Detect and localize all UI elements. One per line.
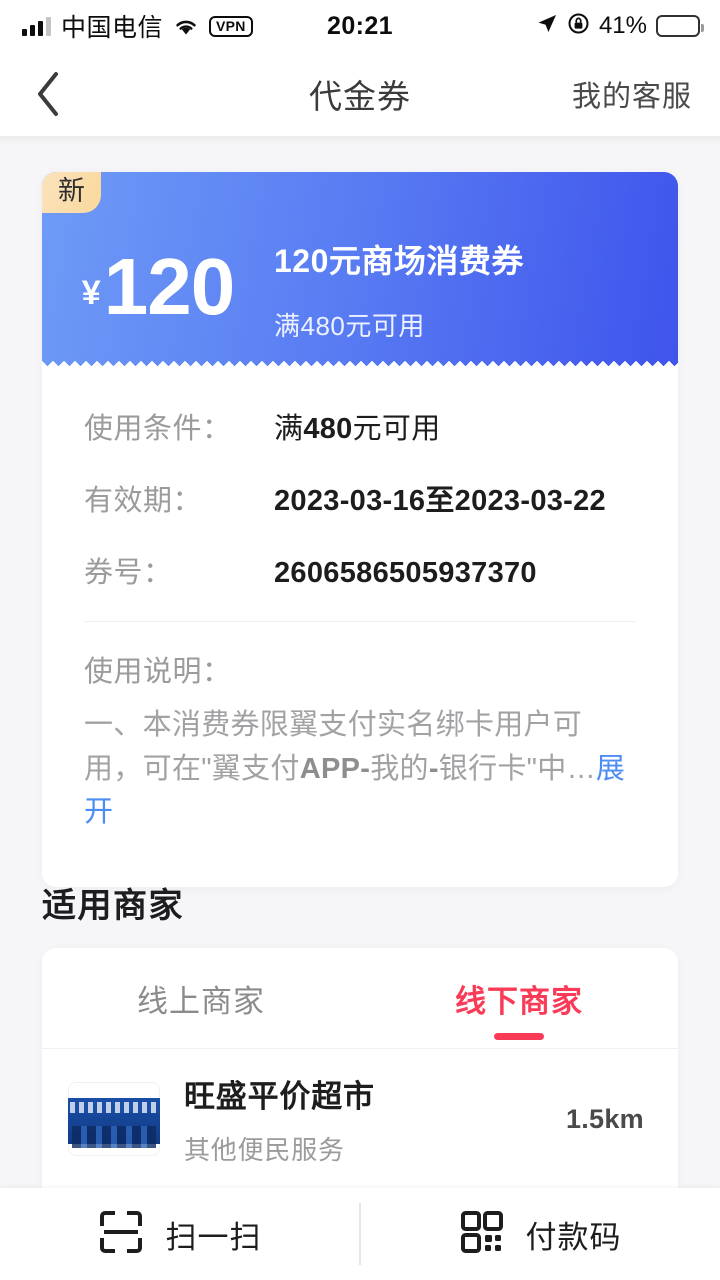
battery-icon bbox=[656, 15, 704, 37]
amount-value: 120 bbox=[103, 242, 235, 331]
merchants-section-title: 适用商家 bbox=[42, 887, 184, 925]
coupon-text-block: 120元商场消费券 满480元可用 bbox=[274, 236, 678, 343]
status-bar-clock: 20:21 bbox=[327, 11, 393, 40]
merchant-info: 旺盛平价超市 其他便民服务 bbox=[160, 1071, 566, 1167]
merchant-thumbnail bbox=[68, 1082, 160, 1156]
currency-symbol: ¥ bbox=[81, 274, 101, 312]
merchants-card: 线上商家 线下商家 旺盛平价超市 其他便民服务 1.5km bbox=[42, 948, 678, 1200]
merchant-tabs: 线上商家 线下商家 bbox=[42, 948, 678, 1048]
payment-code-label: 付款码 bbox=[525, 1219, 622, 1255]
detail-label: 有效期： bbox=[84, 485, 203, 517]
tab-indicator bbox=[494, 1033, 544, 1040]
detail-row-validity: 有效期： 2023-03-16至2023-03-22 bbox=[84, 477, 636, 519]
coupon-subtitle: 满480元可用 bbox=[274, 310, 425, 341]
coupon-banner: 新 ¥ 120 120元商场消费券 满480元可用 bbox=[42, 172, 678, 369]
merchant-name: 旺盛平价超市 bbox=[184, 1079, 375, 1114]
tab-indicator bbox=[176, 1033, 226, 1040]
detail-label: 券号： bbox=[84, 557, 173, 589]
header-divider bbox=[0, 136, 720, 146]
payment-code-button[interactable]: 付款码 bbox=[361, 1210, 720, 1259]
usage-instructions: 使用说明： 一、本消费券限翼支付实名绑卡用户可用，可在"翼支付APP-我的-银行… bbox=[84, 622, 636, 835]
app-screen: 中国电信 VPN 20:21 41% 代金券 我的客服 新 ¥ 120 120元… bbox=[0, 0, 720, 1280]
qrcode-icon bbox=[460, 1210, 504, 1259]
coupon-card: 新 ¥ 120 120元商场消费券 满480元可用 使用条件： 满480元可用 … bbox=[42, 172, 678, 887]
merchant-category: 其他便民服务 bbox=[184, 1135, 345, 1165]
detail-value: 2023-03-16至2023-03-22 bbox=[274, 485, 606, 517]
coupon-title: 120元商场消费券 bbox=[274, 242, 524, 279]
coupon-banner-content: ¥ 120 120元商场消费券 满480元可用 bbox=[42, 214, 678, 364]
status-bar: 中国电信 VPN 20:21 41% bbox=[0, 0, 720, 52]
tab-offline-merchants[interactable]: 线下商家 bbox=[360, 948, 678, 1048]
usage-text: 一、本消费券限翼支付实名绑卡用户可用，可在"翼支付APP-我的-银行卡"中…展开 bbox=[84, 709, 626, 828]
page-title: 代金券 bbox=[309, 78, 411, 115]
scan-button[interactable]: 扫一扫 bbox=[0, 1209, 359, 1260]
merchant-list-item[interactable]: 旺盛平价超市 其他便民服务 1.5km bbox=[42, 1049, 678, 1167]
tab-online-merchants[interactable]: 线上商家 bbox=[42, 948, 360, 1048]
detail-value: 2606586505937370 bbox=[274, 557, 537, 589]
nav-bar: 代金券 我的客服 bbox=[0, 52, 720, 136]
detail-row-coupon-number: 券号： 2606586505937370 bbox=[84, 549, 636, 591]
detail-label: 使用条件： bbox=[84, 413, 232, 445]
usage-title: 使用说明： bbox=[84, 656, 232, 688]
tab-label: 线下商家 bbox=[455, 983, 583, 1019]
detail-row-condition: 使用条件： 满480元可用 bbox=[84, 405, 636, 447]
scan-icon bbox=[98, 1209, 144, 1260]
new-badge: 新 bbox=[42, 172, 101, 213]
merchant-distance: 1.5km bbox=[565, 1103, 644, 1134]
bottom-action-bar: 扫一扫 付款码 bbox=[0, 1188, 720, 1280]
tab-label: 线上商家 bbox=[137, 983, 265, 1019]
detail-value: 满480元可用 bbox=[274, 413, 441, 445]
coupon-amount: ¥ 120 bbox=[42, 242, 274, 331]
coupon-zigzag-edge bbox=[42, 360, 678, 369]
scan-label: 扫一扫 bbox=[165, 1219, 262, 1255]
coupon-details: 使用条件： 满480元可用 有效期： 2023-03-16至2023-03-22… bbox=[42, 369, 678, 835]
